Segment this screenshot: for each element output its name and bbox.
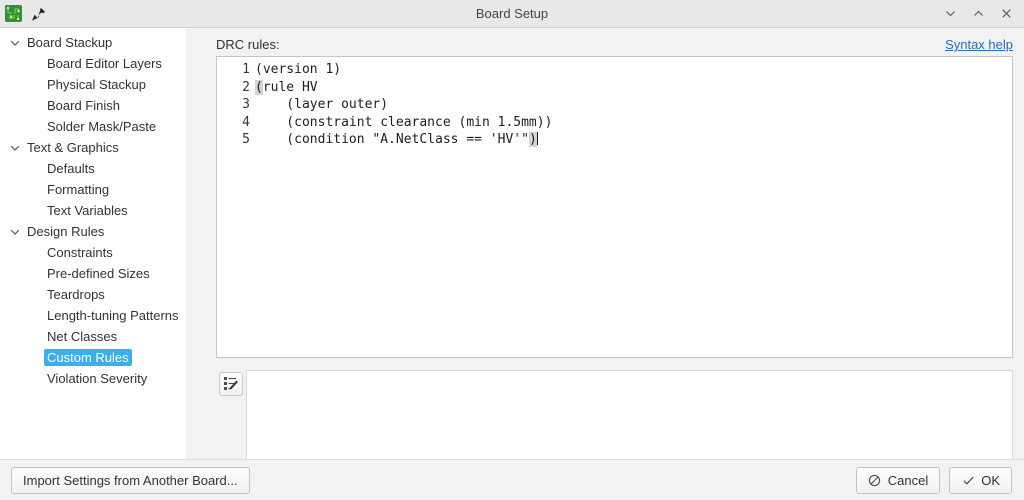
sidebar-item-label: Custom Rules bbox=[44, 349, 132, 366]
footer-actions: Cancel OK bbox=[855, 466, 1012, 494]
chevron-up-icon[interactable] bbox=[971, 6, 986, 21]
rule-output-text bbox=[246, 370, 1013, 459]
sidebar-item-length-tuning-patterns[interactable]: Length-tuning Patterns bbox=[0, 305, 186, 326]
cancel-circle-slash-icon bbox=[868, 473, 882, 487]
sidebar-item-pre-defined-sizes[interactable]: Pre-defined Sizes bbox=[0, 263, 186, 284]
titlebar: Board Setup bbox=[0, 0, 1024, 28]
sidebar-item-label: Formatting bbox=[47, 182, 110, 197]
code-text: (condition "A.NetClass == 'HV'" bbox=[255, 132, 529, 147]
sidebar-item-label: Board Editor Layers bbox=[47, 56, 162, 71]
cancel-button[interactable]: Cancel bbox=[855, 466, 941, 494]
sidebar-gutter bbox=[186, 28, 216, 459]
settings-tree[interactable]: Board Stackup Board Editor Layers Physical… bbox=[0, 28, 186, 459]
sidebar-item-label: Length-tuning Patterns bbox=[47, 308, 179, 323]
code-text-area[interactable]: (version 1) (rule HV (layer outer) (const… bbox=[255, 61, 1012, 357]
sidebar-item-violation-severity[interactable]: Violation Severity bbox=[0, 368, 186, 389]
code-line: (version 1) bbox=[255, 62, 342, 77]
titlebar-left-icons bbox=[5, 5, 47, 22]
sidebar-item-label: Net Classes bbox=[47, 329, 118, 344]
dialog-footer: Import Settings from Another Board... Ca… bbox=[0, 459, 1024, 500]
sidebar-item-formatting[interactable]: Formatting bbox=[0, 179, 186, 200]
pin-icon[interactable] bbox=[31, 6, 47, 22]
code-line: (condition "A.NetClass == 'HV'") bbox=[255, 131, 1012, 149]
cancel-button-label: Cancel bbox=[887, 472, 929, 488]
pane-header: DRC rules: Syntax help bbox=[216, 28, 1013, 56]
custom-rules-pane: DRC rules: Syntax help 1 2 3 4 5 (version 1)… bbox=[216, 28, 1024, 459]
line-number: 2 bbox=[242, 79, 250, 95]
sidebar-item-defaults[interactable]: Defaults bbox=[0, 158, 186, 179]
sidebar-item-label: Defaults bbox=[47, 161, 95, 176]
rule-output-area bbox=[216, 370, 1013, 459]
chevron-down-icon[interactable] bbox=[943, 6, 958, 21]
sidebar-item-label: Board Finish bbox=[47, 98, 120, 113]
checkmark-icon bbox=[961, 473, 975, 487]
code-line: (layer outer) bbox=[255, 97, 389, 112]
line-number: 3 bbox=[242, 97, 250, 112]
window-title: Board Setup bbox=[475, 6, 549, 21]
rules-toolbar bbox=[216, 370, 246, 459]
sidebar-item-label: Pre-defined Sizes bbox=[47, 266, 150, 281]
chevron-down-icon[interactable] bbox=[6, 142, 24, 154]
ok-button-label: OK bbox=[981, 472, 1000, 488]
matching-bracket-highlight: ( bbox=[255, 79, 263, 95]
line-number: 4 bbox=[242, 114, 250, 130]
ok-button[interactable]: OK bbox=[949, 466, 1012, 494]
line-number: 5 bbox=[242, 132, 250, 147]
code-line: (rule HV bbox=[255, 79, 1012, 97]
sidebar-item-board-finish[interactable]: Board Finish bbox=[0, 95, 186, 116]
sidebar-item-teardrops[interactable]: Teardrops bbox=[0, 284, 186, 305]
sidebar-item-design-rules[interactable]: Design Rules bbox=[0, 221, 186, 242]
sidebar-item-label: Board Stackup bbox=[27, 35, 113, 50]
sidebar-item-label: Solder Mask/Paste bbox=[47, 119, 157, 134]
text-cursor bbox=[536, 132, 538, 145]
matching-bracket-highlight: ) bbox=[528, 132, 537, 147]
sidebar-item-label: Violation Severity bbox=[47, 371, 148, 386]
chevron-down-icon[interactable] bbox=[6, 226, 24, 238]
check-rules-button[interactable] bbox=[219, 372, 243, 396]
close-icon[interactable] bbox=[999, 6, 1014, 21]
sidebar-item-label: Design Rules bbox=[27, 224, 105, 239]
pcb-board-icon bbox=[5, 5, 22, 22]
sidebar-item-label: Physical Stackup bbox=[47, 77, 146, 92]
sidebar-item-board-editor-layers[interactable]: Board Editor Layers bbox=[0, 53, 186, 74]
sidebar-item-physical-stackup[interactable]: Physical Stackup bbox=[0, 74, 186, 95]
sidebar-item-label: Text Variables bbox=[47, 203, 128, 218]
dialog-body: Board Stackup Board Editor Layers Physical… bbox=[0, 28, 1024, 459]
drc-rules-editor[interactable]: 1 2 3 4 5 (version 1) (rule HV (layer outer) … bbox=[216, 56, 1013, 358]
sidebar-item-custom-rules[interactable]: Custom Rules bbox=[0, 347, 186, 368]
line-number: 1 bbox=[242, 62, 250, 77]
sidebar-item-label: Text & Graphics bbox=[27, 140, 119, 155]
line-number-gutter: 1 2 3 4 5 bbox=[217, 61, 255, 357]
sidebar-item-text-variables[interactable]: Text Variables bbox=[0, 200, 186, 221]
drc-rules-label: DRC rules: bbox=[216, 37, 280, 52]
board-setup-dialog: Board Setup Board Stackup Board Editor La… bbox=[0, 0, 1024, 500]
window-controls bbox=[943, 6, 1018, 21]
sidebar-item-constraints[interactable]: Constraints bbox=[0, 242, 186, 263]
code-text: rule HV bbox=[262, 79, 318, 95]
sidebar-item-board-stackup[interactable]: Board Stackup bbox=[0, 32, 186, 53]
sidebar-item-net-classes[interactable]: Net Classes bbox=[0, 326, 186, 347]
code-line: (constraint clearance (min 1.5mm)) bbox=[255, 114, 553, 130]
import-settings-button[interactable]: Import Settings from Another Board... bbox=[11, 466, 250, 494]
check-rules-icon bbox=[223, 375, 239, 394]
pane-splitter[interactable] bbox=[216, 358, 1013, 370]
sidebar-item-solder-mask-paste[interactable]: Solder Mask/Paste bbox=[0, 116, 186, 137]
chevron-down-icon[interactable] bbox=[6, 37, 24, 49]
sidebar-item-text-graphics[interactable]: Text & Graphics bbox=[0, 137, 186, 158]
syntax-help-link[interactable]: Syntax help bbox=[945, 37, 1013, 52]
sidebar-item-label: Constraints bbox=[47, 245, 113, 260]
sidebar-item-label: Teardrops bbox=[47, 287, 105, 302]
